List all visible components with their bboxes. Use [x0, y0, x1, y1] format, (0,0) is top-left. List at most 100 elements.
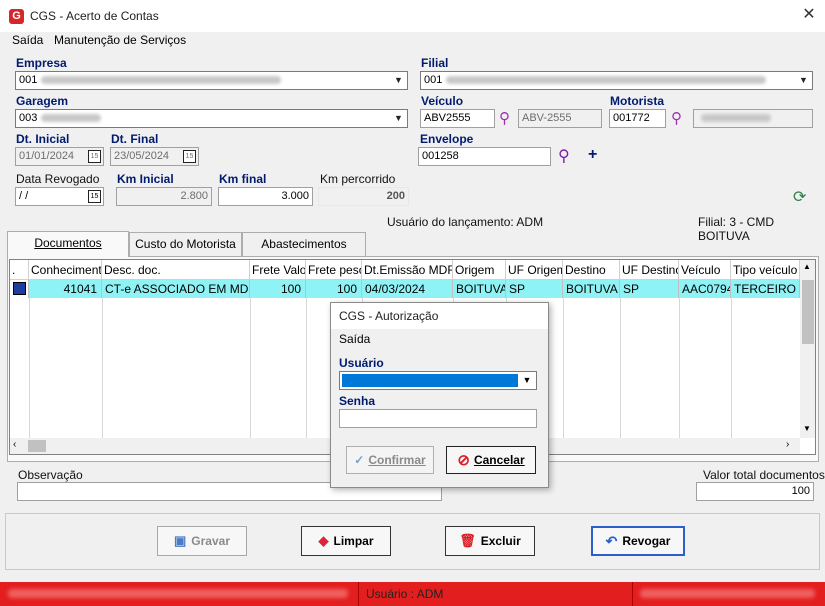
grid-cell[interactable]: BOITUVA: [453, 280, 506, 298]
motorista-code-field[interactable]: 001772: [609, 109, 666, 128]
grid-header[interactable]: Frete peso: [306, 260, 362, 280]
chevron-down-icon[interactable]: ▼: [390, 110, 407, 127]
km-final-field[interactable]: 3.000: [218, 187, 313, 206]
grid-cell[interactable]: CT-e ASSOCIADO EM MDF-e: [102, 280, 250, 298]
motorista-name-field: [693, 109, 813, 128]
cancelar-label: Cancelar: [473, 453, 525, 467]
chevron-down-icon[interactable]: ▼: [390, 72, 407, 89]
close-icon[interactable]: ✕: [798, 5, 820, 25]
grid-cell[interactable]: SP: [620, 280, 679, 298]
km-inicial-field: 2.800: [116, 187, 212, 206]
grid-header[interactable]: UF Origem: [506, 260, 563, 280]
garagem-label: Garagem: [16, 94, 69, 108]
grid-header[interactable]: Conhecimento: [29, 260, 102, 280]
dt-inicial-value: 01/01/2024: [19, 150, 75, 162]
grid-header[interactable]: Tipo veículo: [731, 260, 800, 280]
refresh-icon[interactable]: ⟳: [793, 187, 806, 207]
vertical-scrollbar[interactable]: ▲ ▼: [800, 260, 815, 438]
dialog-usuario-select[interactable]: ▼: [339, 371, 537, 390]
dialog-usuario-label: Usuário: [339, 356, 384, 370]
menu-manutencao-servicos[interactable]: Manutenção de Serviços: [54, 33, 186, 47]
add-icon[interactable]: +: [588, 146, 597, 164]
garagem-select[interactable]: 003 ▼: [15, 109, 408, 128]
chevron-right-icon[interactable]: ›: [786, 439, 789, 450]
grid-cell[interactable]: 04/03/2024: [362, 280, 453, 298]
limpar-button[interactable]: ◆ Limpar: [301, 526, 391, 556]
dt-inicial-field[interactable]: 01/01/2024 15: [15, 147, 104, 166]
grid-header[interactable]: Destino: [563, 260, 620, 280]
dt-final-field[interactable]: 23/05/2024 15: [110, 147, 199, 166]
scrollbar-thumb[interactable]: [802, 280, 814, 344]
scrollbar-thumb[interactable]: [28, 440, 46, 452]
grid-header[interactable]: Desc. doc.: [102, 260, 250, 280]
grid-header[interactable]: UF Destino: [620, 260, 679, 280]
gravar-button[interactable]: ▣ Gravar: [157, 526, 247, 556]
grid-cell[interactable]: AAC0794: [679, 280, 731, 298]
dt-final-label: Dt. Final: [111, 132, 159, 146]
tab-documentos-label: Documentos: [34, 236, 102, 250]
trash-icon: 🗑: [459, 533, 476, 548]
filial-label: Filial: [421, 56, 449, 70]
grid-cell[interactable]: BOITUVA: [563, 280, 620, 298]
cancel-icon: ⊘: [457, 452, 470, 469]
search-icon[interactable]: ⚲: [671, 109, 682, 127]
limpar-label: Limpar: [333, 534, 374, 548]
tab-custo-motorista[interactable]: Custo do Motorista: [129, 232, 242, 256]
chevron-down-icon[interactable]: ▼: [803, 424, 811, 433]
tab-documentos[interactable]: Documentos: [7, 231, 129, 257]
undo-icon: ↶: [605, 532, 618, 549]
data-revogado-field[interactable]: / / 15: [15, 187, 104, 206]
action-panel: [5, 513, 820, 570]
chevron-up-icon[interactable]: ▲: [803, 262, 811, 271]
status-bar: Usuário : ADM: [0, 582, 825, 606]
grid-header[interactable]: .: [10, 260, 29, 280]
veiculo-code-field[interactable]: ABV2555: [420, 109, 495, 128]
grid-header[interactable]: Frete Valor: [250, 260, 306, 280]
revogar-button[interactable]: ↶ Revogar: [591, 526, 685, 556]
chevron-left-icon[interactable]: ‹: [13, 439, 16, 450]
search-icon[interactable]: ⚲: [558, 146, 570, 166]
dialog-title: CGS - Autorização: [339, 309, 439, 323]
confirmar-button[interactable]: ✓ Confirmar: [346, 446, 434, 474]
grid-cell[interactable]: 41041: [29, 280, 102, 298]
grid-cell[interactable]: SP: [506, 280, 563, 298]
cancelar-button[interactable]: ⊘ Cancelar: [446, 446, 536, 474]
envelope-label: Envelope: [420, 132, 474, 146]
excluir-button[interactable]: 🗑 Excluir: [445, 526, 535, 556]
filial-select[interactable]: 001 ▼: [420, 71, 813, 90]
data-revogado-value: / /: [19, 190, 29, 202]
calendar-icon[interactable]: 15: [88, 150, 101, 163]
envelope-field[interactable]: 001258: [418, 147, 551, 166]
km-inicial-label: Km Inicial: [117, 172, 174, 186]
tab-abastecimentos[interactable]: Abastecimentos: [242, 232, 366, 256]
observacao-label: Observação: [18, 468, 83, 482]
eraser-icon: ◆: [318, 533, 329, 548]
motorista-label: Motorista: [610, 94, 664, 108]
veiculo-plate-field: ABV-2555: [518, 109, 602, 128]
grid-cell[interactable]: TERCEIRO / A: [731, 280, 800, 298]
valor-total-field: 100: [696, 482, 814, 501]
save-icon: ▣: [174, 533, 187, 548]
dialog-senha-field[interactable]: [339, 409, 537, 428]
row-indicator[interactable]: [10, 280, 29, 298]
search-icon[interactable]: ⚲: [499, 109, 510, 127]
grid-cell[interactable]: 100: [250, 280, 306, 298]
empresa-value: 001: [19, 74, 38, 86]
empresa-select[interactable]: 001 ▼: [15, 71, 408, 90]
empresa-label: Empresa: [16, 56, 67, 70]
grid-cell[interactable]: 100: [306, 280, 362, 298]
gravar-label: Gravar: [191, 534, 230, 548]
grid-header[interactable]: Origem: [453, 260, 506, 280]
usuario-lancamento: Usuário do lançamento: ADM: [387, 215, 544, 229]
calendar-icon[interactable]: 15: [183, 150, 196, 163]
grid-header[interactable]: Dt.Emissão MDFe: [362, 260, 453, 280]
menu-saida[interactable]: Saída: [12, 33, 43, 47]
dialog-usuario-selected: [342, 374, 518, 387]
calendar-icon[interactable]: 15: [88, 190, 101, 203]
chevron-down-icon[interactable]: ▼: [795, 72, 812, 89]
grid-header[interactable]: Veículo: [679, 260, 731, 280]
dialog-menu-saida[interactable]: Saída: [339, 332, 370, 346]
km-percorrido-field: 200: [318, 187, 409, 206]
chevron-down-icon[interactable]: ▼: [519, 373, 535, 388]
check-icon: ✓: [354, 453, 365, 467]
